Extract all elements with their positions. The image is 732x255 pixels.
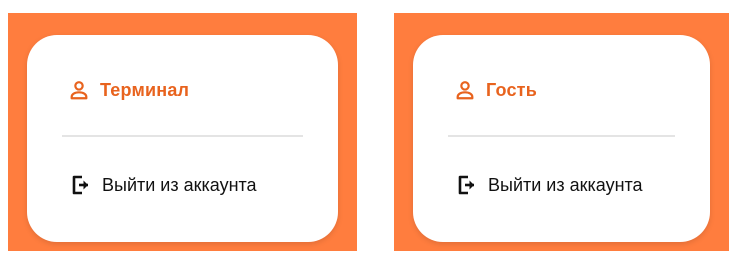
person-icon [70, 81, 88, 100]
account-panel-guest: Гость Выйти из аккаунта [394, 13, 729, 251]
logout-label: Выйти из аккаунта [488, 174, 643, 195]
user-name: Терминал [100, 79, 190, 100]
divider [62, 135, 303, 137]
account-menu-card: Гость Выйти из аккаунта [413, 35, 710, 242]
user-row: Гость [454, 79, 537, 101]
account-menu-card: Терминал Выйти из аккаунта [27, 35, 338, 242]
account-panel-terminal: Терминал Выйти из аккаунта [8, 13, 357, 251]
user-row: Терминал [68, 79, 189, 101]
logout-icon [458, 175, 474, 195]
logout-button[interactable]: Выйти из аккаунта [454, 173, 643, 197]
logout-button[interactable]: Выйти из аккаунта [68, 173, 257, 197]
divider [448, 135, 675, 137]
logout-label: Выйти из аккаунта [102, 174, 257, 195]
person-icon [456, 81, 474, 100]
logout-icon [72, 175, 88, 195]
user-name: Гость [486, 79, 537, 100]
